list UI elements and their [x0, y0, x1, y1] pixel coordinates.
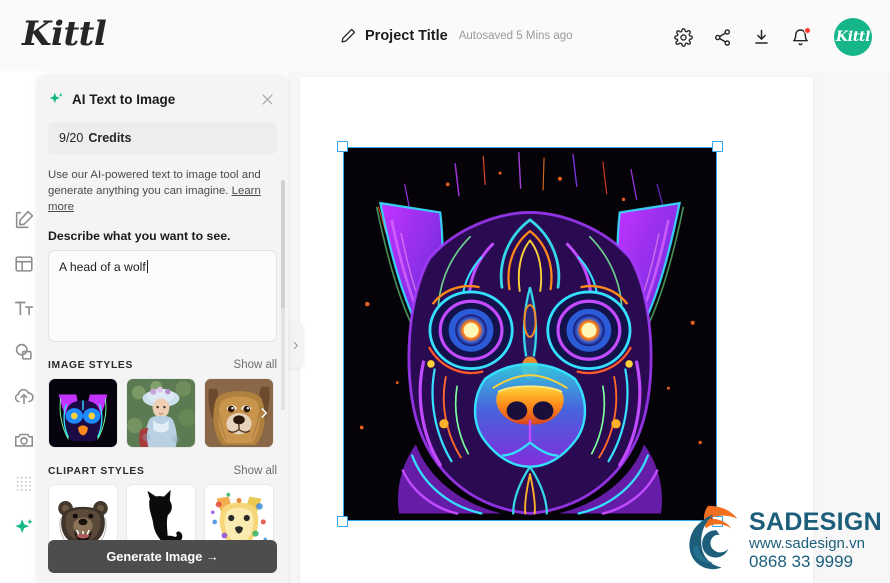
- panel-collapse-tab[interactable]: [288, 322, 303, 368]
- image-styles-thumbs: [48, 378, 277, 448]
- style-thumb-impressionist-portrait[interactable]: [126, 378, 196, 448]
- share-icon[interactable]: [713, 28, 732, 47]
- text-caret: [146, 260, 148, 273]
- credits-field: 9/20 Credits: [48, 122, 277, 154]
- chevron-right-icon: [293, 341, 298, 349]
- image-styles-title: IMAGE STYLES: [48, 360, 134, 371]
- photos-icon[interactable]: [13, 429, 35, 451]
- grid-icon[interactable]: [13, 473, 35, 495]
- pencil-icon: [341, 28, 356, 43]
- gear-icon[interactable]: [674, 27, 693, 47]
- image-styles-header: IMAGE STYLES Show all: [48, 359, 277, 371]
- panel-header: AI Text to Image: [37, 75, 288, 111]
- panel-description: Use our AI-powered text to image tool an…: [48, 167, 277, 215]
- clipart-styles-header: CLIPART STYLES Show all: [48, 465, 277, 477]
- next-styles-chevron-icon[interactable]: [257, 406, 271, 420]
- panel-scrollbar-thumb[interactable]: [281, 180, 285, 308]
- notifications-button[interactable]: [791, 26, 811, 47]
- resize-handle-bottom-right[interactable]: [712, 516, 723, 527]
- style-thumb-neon-dog[interactable]: [48, 378, 118, 448]
- resize-handle-top-left[interactable]: [337, 141, 348, 152]
- kittl-logo[interactable]: Kittl: [22, 14, 107, 54]
- generate-image-button[interactable]: Generate Image →: [48, 540, 277, 573]
- avatar[interactable]: Kittl: [834, 18, 872, 56]
- selected-object[interactable]: [337, 141, 723, 527]
- ai-text-to-image-panel: AI Text to Image 9/20 Credits Use our AI…: [37, 75, 288, 583]
- selection-outline: [343, 147, 717, 521]
- sparkle-icon: [49, 92, 63, 104]
- prompt-text: A head of a wolf: [59, 260, 146, 274]
- autosave-status: Autosaved 5 Mins ago: [458, 29, 573, 42]
- clipart-styles-show-all[interactable]: Show all: [234, 465, 277, 477]
- project-title[interactable]: Project Title: [365, 28, 448, 44]
- image-styles-show-all[interactable]: Show all: [234, 359, 277, 371]
- close-icon[interactable]: [260, 92, 275, 107]
- templates-icon[interactable]: [13, 253, 35, 275]
- image-styles-section: IMAGE STYLES Show all: [48, 359, 277, 448]
- project-title-group[interactable]: Project Title Autosaved 5 Mins ago: [340, 27, 573, 44]
- clipart-styles-title: CLIPART STYLES: [48, 466, 145, 477]
- resize-handle-top-right[interactable]: [712, 141, 723, 152]
- header-actions: Kittl: [674, 18, 872, 56]
- edit-icon[interactable]: [13, 209, 35, 231]
- panel-description-text: Use our AI-powered text to image tool an…: [48, 169, 261, 197]
- describe-label: Describe what you want to see.: [48, 229, 231, 243]
- app-root: Kittl Project Title Autosaved 5 Mins ago: [0, 0, 890, 583]
- shapes-icon[interactable]: [13, 341, 35, 363]
- upload-icon[interactable]: [13, 385, 35, 407]
- panel-title: AI Text to Image: [72, 92, 176, 107]
- text-icon[interactable]: [13, 297, 35, 319]
- credits-label: Credits: [88, 131, 132, 145]
- prompt-input[interactable]: A head of a wolf: [48, 250, 277, 342]
- download-icon[interactable]: [752, 28, 771, 47]
- credits-value: 9/20: [59, 131, 84, 145]
- ai-sparkle-icon[interactable]: [13, 517, 35, 539]
- app-header: Kittl Project Title Autosaved 5 Mins ago: [0, 0, 890, 71]
- resize-handle-bottom-left[interactable]: [337, 516, 348, 527]
- notification-badge: [804, 26, 811, 34]
